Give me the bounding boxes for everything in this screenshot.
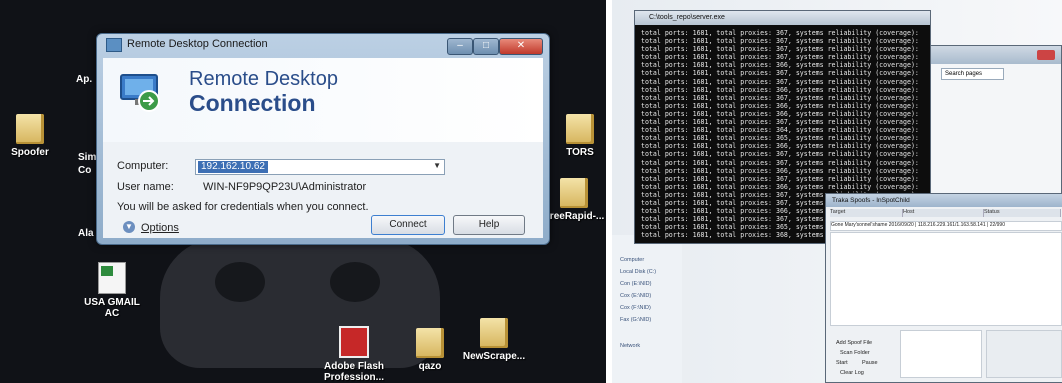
console-line: total ports: 1681, total proxies: 367, s… (641, 158, 921, 167)
partial-desktop-label: Co (78, 165, 92, 176)
credentials-note: You will be asked for credentials when y… (117, 201, 369, 213)
username-label: User name: (117, 181, 174, 193)
console-line: total ports: 1681, total proxies: 366, s… (641, 85, 921, 94)
remote-desktop-logo-icon (120, 74, 160, 112)
search-input[interactable]: Search pages (941, 68, 1004, 80)
console-line: total ports: 1681, total proxies: 367, s… (641, 53, 921, 62)
partial-desktop-label: Ala (78, 228, 94, 239)
wallpaper-skull-eye (330, 262, 380, 302)
help-button[interactable]: Help (453, 215, 525, 235)
folder-icon (566, 114, 594, 144)
console-line: total ports: 1681, total proxies: 366, s… (641, 182, 921, 191)
sidebar-item-local-disk[interactable]: Local Disk (C:) (620, 269, 656, 275)
desktop-icon-label: TORS (566, 147, 594, 158)
explorer-sidebar: Computer Local Disk (C:) Con (E:\NID) Co… (612, 235, 682, 383)
chevron-down-icon[interactable]: ▼ (433, 161, 441, 170)
rdc-banner: Remote Desktop Connection (103, 58, 543, 142)
console-line: total ports: 1681, total proxies: 367, s… (641, 45, 921, 54)
pause-button[interactable]: Pause (862, 360, 878, 366)
sidebar-item-network[interactable]: Network (620, 343, 640, 349)
column-header-status[interactable]: Status (984, 209, 1061, 217)
username-value: WIN-NF9P9QP23U\Administrator (203, 181, 367, 193)
console-line: total ports: 1681, total proxies: 366, s… (641, 109, 921, 118)
console-title: C:\tools_repo\server.exe (635, 11, 930, 25)
traka-title: Traka Spoofs - InSpotChild (826, 194, 1062, 207)
maximize-button[interactable]: □ (473, 38, 499, 55)
traka-spoofs-window: Traka Spoofs - InSpotChild Target Host S… (825, 193, 1062, 383)
column-header-host[interactable]: Host (903, 209, 984, 217)
desktop-icon-label: Spoofer (11, 147, 49, 158)
connect-button[interactable]: Connect (371, 215, 445, 235)
console-line: total ports: 1681, total proxies: 366, s… (641, 61, 921, 70)
desktop-icon-newscrape[interactable]: NewScrape... (454, 318, 534, 362)
column-header-target[interactable]: Target (830, 209, 903, 217)
adobe-flash-icon (339, 326, 369, 358)
folder-icon (16, 114, 44, 144)
desktop-icon-usa-gmail[interactable]: USA GMAIL AC (72, 262, 152, 319)
browser-window: Search pages (926, 45, 1062, 212)
console-line: total ports: 1681, total proxies: 366, s… (641, 101, 921, 110)
computer-label: Computer: (117, 160, 169, 172)
table-row[interactable]: Gone Mary'sonnel'shame 2016/09/20 | 118.… (830, 221, 1062, 231)
folder-icon (560, 178, 588, 208)
console-line: total ports: 1681, total proxies: 367, s… (641, 174, 921, 183)
console-line: total ports: 1681, total proxies: 366, s… (641, 166, 921, 175)
console-line: total ports: 1681, total proxies: 367, s… (641, 150, 921, 159)
options-expand-icon[interactable]: ▼ (123, 221, 135, 233)
sidebar-item-drive[interactable]: Fax (G:\NID) (620, 317, 651, 323)
sidebar-item-drive[interactable]: Con (E:\NID) (620, 281, 651, 287)
banner-title-line1: Remote Desktop (189, 68, 338, 90)
desktop-icon-label: Adobe Flash Profession... (323, 361, 384, 383)
left-screen-photo: Ap. Sim Co Ala Spoofer TORS FreeRapid-..… (0, 0, 606, 383)
traka-options-panel (900, 330, 982, 378)
browser-close-button[interactable] (1037, 50, 1055, 60)
desktop-icon-adobe-flash[interactable]: Adobe Flash Profession... (314, 326, 394, 383)
console-line: total ports: 1681, total proxies: 367, s… (641, 69, 921, 78)
computer-value[interactable]: 192.162.10.62 (198, 161, 268, 173)
console-line: total ports: 1681, total proxies: 367, s… (641, 29, 921, 37)
folder-icon (480, 318, 508, 348)
console-line: total ports: 1681, total proxies: 367, s… (641, 37, 921, 46)
close-button[interactable]: ✕ (499, 38, 543, 55)
desktop-icon-label: qazo (418, 361, 442, 372)
folder-icon (416, 328, 444, 358)
desktop-icon-spoofer[interactable]: Spoofer (0, 114, 70, 158)
console-line: total ports: 1681, total proxies: 365, s… (641, 134, 921, 143)
scan-folder-button[interactable]: Scan Folder (840, 350, 870, 356)
banner-title-line2: Connection (189, 90, 316, 116)
desktop-icon-label: USA GMAIL AC (84, 297, 140, 319)
excel-file-icon (98, 262, 126, 294)
console-line: total ports: 1681, total proxies: 367, s… (641, 77, 921, 86)
options-link[interactable]: Options (141, 222, 179, 234)
console-line: total ports: 1681, total proxies: 364, s… (641, 126, 921, 135)
sidebar-item-drive[interactable]: Cox (E:\NID) (620, 293, 651, 299)
partial-desktop-label: Sim (78, 152, 97, 163)
clear-log-button[interactable]: Clear Log (840, 370, 864, 376)
partial-desktop-label: Ap. (76, 74, 93, 85)
rdc-app-icon (106, 38, 122, 52)
desktop-icon-label: FreeRapid-... (543, 211, 605, 222)
traka-log-area (830, 232, 1062, 326)
console-line: total ports: 1681, total proxies: 367, s… (641, 118, 921, 127)
wallpaper-skull-eye (215, 262, 265, 302)
add-spoof-file-button[interactable]: Add Spoof File (836, 340, 872, 346)
console-line: total ports: 1681, total proxies: 366, s… (641, 142, 921, 151)
window-title: Remote Desktop Connection (127, 38, 268, 50)
sidebar-item-computer[interactable]: Computer (620, 257, 644, 263)
start-button[interactable]: Start (836, 360, 848, 366)
console-line: total ports: 1681, total proxies: 367, s… (641, 93, 921, 102)
remote-desktop-window: Remote Desktop Connection – □ ✕ Remote D… (96, 33, 550, 245)
rdc-body: Computer: 192.162.10.62 ▼ User name: WIN… (103, 142, 543, 238)
traka-status-panel (986, 330, 1062, 378)
minimize-button[interactable]: – (447, 38, 473, 55)
sidebar-item-drive[interactable]: Cox (F:\NID) (620, 305, 651, 311)
right-screen-photo: Computer Local Disk (C:) Con (E:\NID) Co… (612, 0, 1062, 383)
desktop-icon-label: NewScrape... (462, 351, 526, 362)
computer-combobox[interactable]: 192.162.10.62 ▼ (195, 159, 445, 175)
